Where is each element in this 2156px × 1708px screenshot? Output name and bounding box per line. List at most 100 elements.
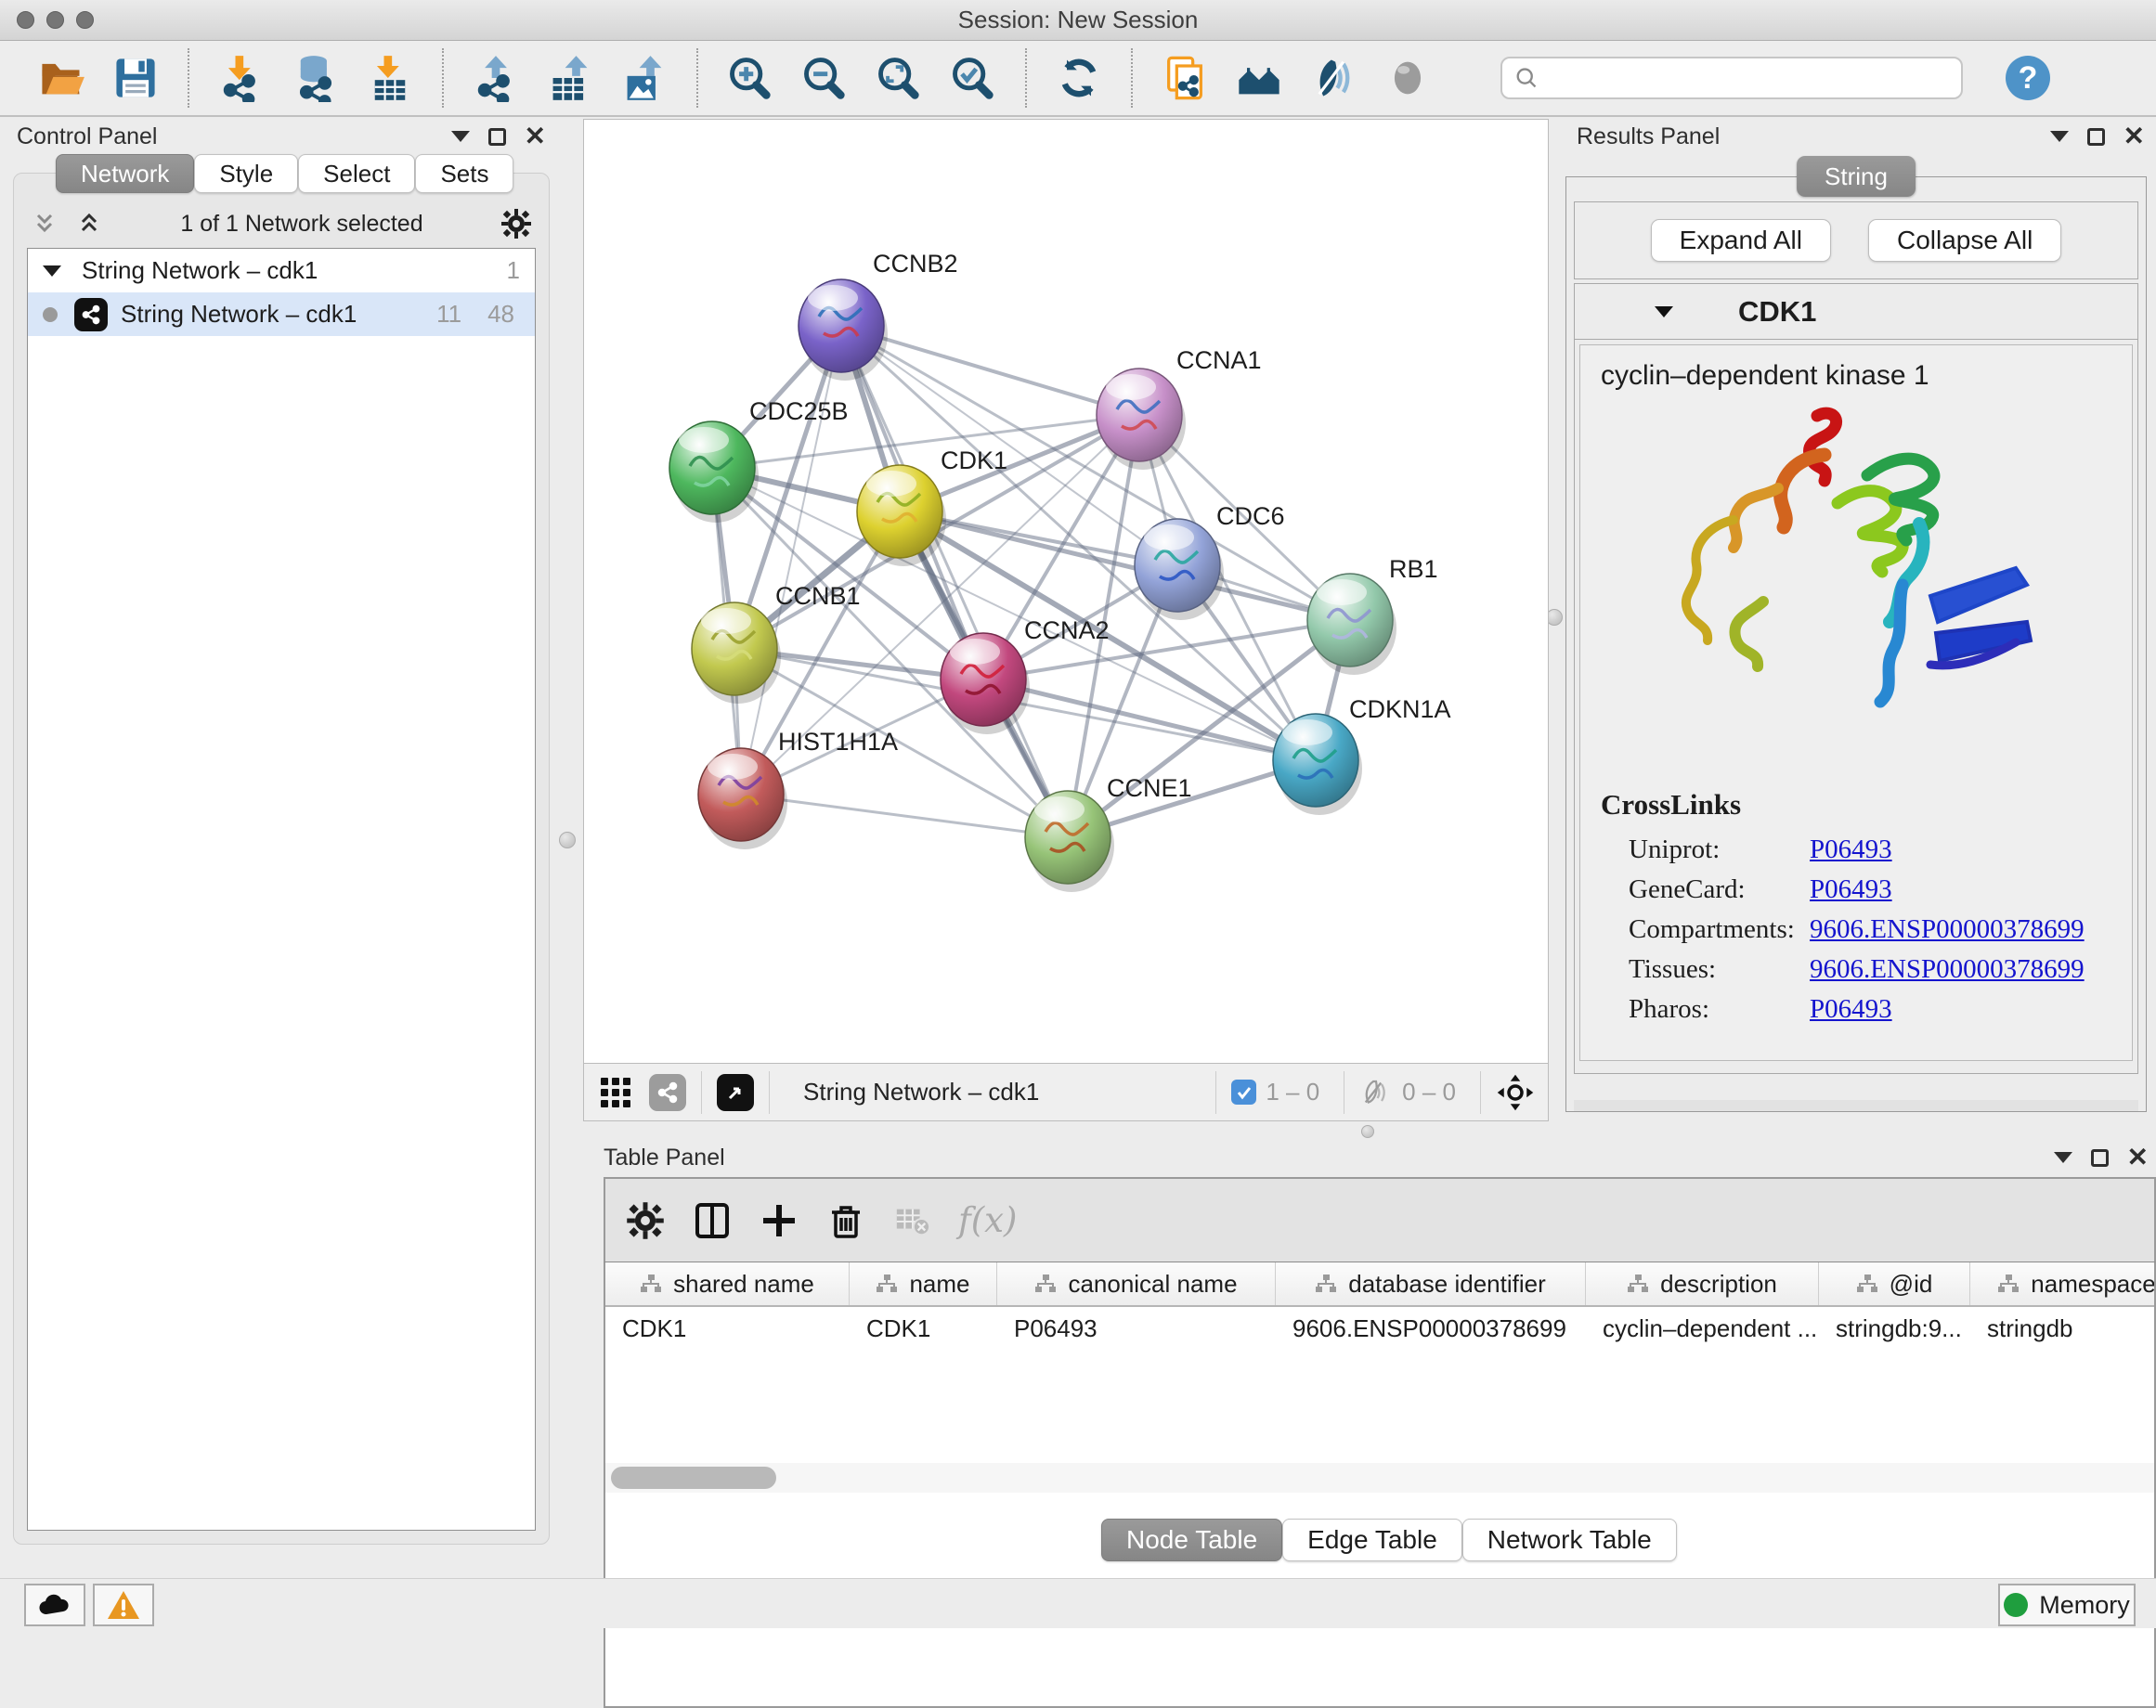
float-panel-icon[interactable]	[2091, 1149, 2109, 1167]
crosslink-value-link[interactable]: 9606.ENSP00000378699	[1810, 954, 2085, 985]
import-database-icon[interactable]	[292, 54, 340, 102]
memory-button[interactable]: Memory	[1998, 1584, 2136, 1626]
columns-icon[interactable]	[693, 1201, 732, 1240]
table-cell[interactable]: stringdb:9...	[1819, 1307, 1970, 1350]
open-folder-icon[interactable]	[37, 54, 85, 102]
selected-checkbox-icon[interactable]	[1231, 1080, 1256, 1105]
gear-icon[interactable]	[500, 208, 532, 239]
panel-menu-icon[interactable]	[451, 131, 470, 142]
table-hscrollbar[interactable]	[605, 1463, 2154, 1493]
tab-node-table[interactable]: Node Table	[1101, 1519, 1282, 1561]
network-view-icon[interactable]	[649, 1074, 686, 1111]
network-node-cdk1[interactable]: CDK1	[857, 446, 1007, 566]
search-input[interactable]	[1539, 65, 1950, 91]
float-panel-icon[interactable]	[2087, 128, 2105, 146]
table-cell[interactable]: P06493	[997, 1307, 1276, 1350]
gear-icon[interactable]	[626, 1201, 665, 1240]
table-row[interactable]: CDK1CDK1P064939606.ENSP00000378699cyclin…	[605, 1307, 2154, 1350]
close-panel-icon[interactable]: ✕	[2124, 123, 2145, 149]
close-panel-icon[interactable]: ✕	[2127, 1145, 2149, 1171]
expand-all-icon[interactable]	[75, 210, 103, 238]
hidden-eye-icon[interactable]	[1359, 1079, 1393, 1106]
network-edge[interactable]	[741, 326, 841, 795]
expand-all-button[interactable]: Expand All	[1651, 219, 1831, 262]
home-icon[interactable]	[1235, 54, 1283, 102]
column-header-database-identifier[interactable]: database identifier	[1276, 1262, 1586, 1305]
panel-menu-icon[interactable]	[2050, 131, 2069, 142]
crosslink-value-link[interactable]: 9606.ENSP00000378699	[1810, 914, 2085, 945]
network-node-hist1h1a[interactable]: HIST1H1A	[698, 728, 898, 849]
float-panel-icon[interactable]	[488, 128, 506, 146]
import-table-icon[interactable]	[366, 54, 414, 102]
tab-select[interactable]: Select	[298, 154, 415, 193]
tree-expand-icon[interactable]	[43, 265, 61, 277]
help-icon[interactable]: ?	[2006, 56, 2050, 100]
tab-network[interactable]: Network	[56, 154, 194, 193]
network-node-cdc6[interactable]: CDC6	[1135, 502, 1285, 620]
crosslink-value-link[interactable]: P06493	[1810, 835, 1892, 865]
export-network-icon[interactable]	[472, 54, 520, 102]
column-header-canonical-name[interactable]: canonical name	[997, 1262, 1276, 1305]
table-cell[interactable]: cyclin–dependent ...	[1586, 1307, 1819, 1350]
close-panel-icon[interactable]: ✕	[525, 123, 546, 149]
refresh-icon[interactable]	[1055, 54, 1103, 102]
network-edge[interactable]	[841, 326, 1068, 837]
cloud-button[interactable]	[24, 1584, 85, 1626]
tab-string[interactable]: String	[1797, 156, 1916, 197]
search-box[interactable]	[1500, 57, 1963, 99]
tab-style[interactable]: Style	[194, 154, 298, 193]
panel-menu-icon[interactable]	[2054, 1152, 2072, 1163]
save-icon[interactable]	[111, 54, 160, 102]
delete-icon[interactable]	[826, 1201, 865, 1240]
network-canvas[interactable]: CCNB2CCNA1CDC25BCDK1CDC6RB1CCNB1CCNA2CDK…	[583, 119, 1549, 1064]
column-label: database identifier	[1348, 1270, 1545, 1299]
collapse-entry-icon[interactable]	[1655, 306, 1673, 317]
zoom-out-icon[interactable]	[800, 54, 849, 102]
collapse-all-icon[interactable]	[31, 210, 58, 238]
export-table-icon[interactable]	[546, 54, 594, 102]
export-image-icon[interactable]	[620, 54, 669, 102]
network-node-ccnb2[interactable]: CCNB2	[799, 250, 958, 381]
network-node-ccna1[interactable]: CCNA1	[1097, 346, 1262, 470]
network-collection-row[interactable]: String Network – cdk1 1	[28, 249, 535, 292]
network-row[interactable]: String Network – cdk1 11 48	[28, 292, 535, 336]
network-edge[interactable]	[741, 795, 1068, 837]
tab-edge-table[interactable]: Edge Table	[1282, 1519, 1462, 1561]
network-node-ccnb1[interactable]: CCNB1	[692, 582, 861, 704]
protein-entry-header[interactable]: CDK1	[1575, 284, 2137, 340]
birds-eye-icon[interactable]	[1496, 1073, 1535, 1112]
grid-view-icon[interactable]	[597, 1074, 634, 1111]
table-cell[interactable]: CDK1	[605, 1307, 850, 1350]
network-node-rb1[interactable]: RB1	[1307, 555, 1438, 675]
collapse-all-button[interactable]: Collapse All	[1868, 219, 2061, 262]
table-cell[interactable]: stringdb	[1970, 1307, 2156, 1350]
import-network-icon[interactable]	[217, 54, 266, 102]
detach-view-icon[interactable]	[717, 1074, 754, 1111]
crosslink-value-link[interactable]: P06493	[1810, 874, 1892, 905]
results-scrollbar[interactable]	[1574, 1100, 2138, 1111]
zoom-in-icon[interactable]	[726, 54, 774, 102]
zoom-fit-icon[interactable]	[875, 54, 923, 102]
table-cell[interactable]: CDK1	[850, 1307, 997, 1350]
column-header--id[interactable]: @id	[1819, 1262, 1970, 1305]
panel-divider-grip[interactable]	[1361, 1125, 1374, 1138]
duplicate-network-icon[interactable]	[1161, 54, 1209, 102]
panel-divider-grip[interactable]	[559, 832, 576, 848]
column-header-namespace[interactable]: namespace	[1970, 1262, 2156, 1305]
warning-button[interactable]	[93, 1584, 154, 1626]
column-header-name[interactable]: name	[850, 1262, 997, 1305]
network-node-cdkn1a[interactable]: CDKN1A	[1273, 695, 1451, 815]
tab-sets[interactable]: Sets	[415, 154, 513, 193]
add-column-icon[interactable]	[760, 1201, 799, 1240]
column-header-shared-name[interactable]: shared name	[605, 1262, 850, 1305]
table-cell[interactable]: 9606.ENSP00000378699	[1276, 1307, 1586, 1350]
network-node-ccne1[interactable]: CCNE1	[1025, 774, 1192, 892]
crosslink-value-link[interactable]: P06493	[1810, 994, 1892, 1025]
scrollbar-thumb[interactable]	[611, 1467, 776, 1489]
column-header-description[interactable]: description	[1586, 1262, 1819, 1305]
control-panel-title: Control Panel	[9, 123, 157, 150]
hide-panel-icon[interactable]	[1309, 54, 1357, 102]
zoom-selected-icon[interactable]	[949, 54, 997, 102]
eye-icon[interactable]	[1383, 54, 1432, 102]
tab-network-table[interactable]: Network Table	[1462, 1519, 1677, 1561]
